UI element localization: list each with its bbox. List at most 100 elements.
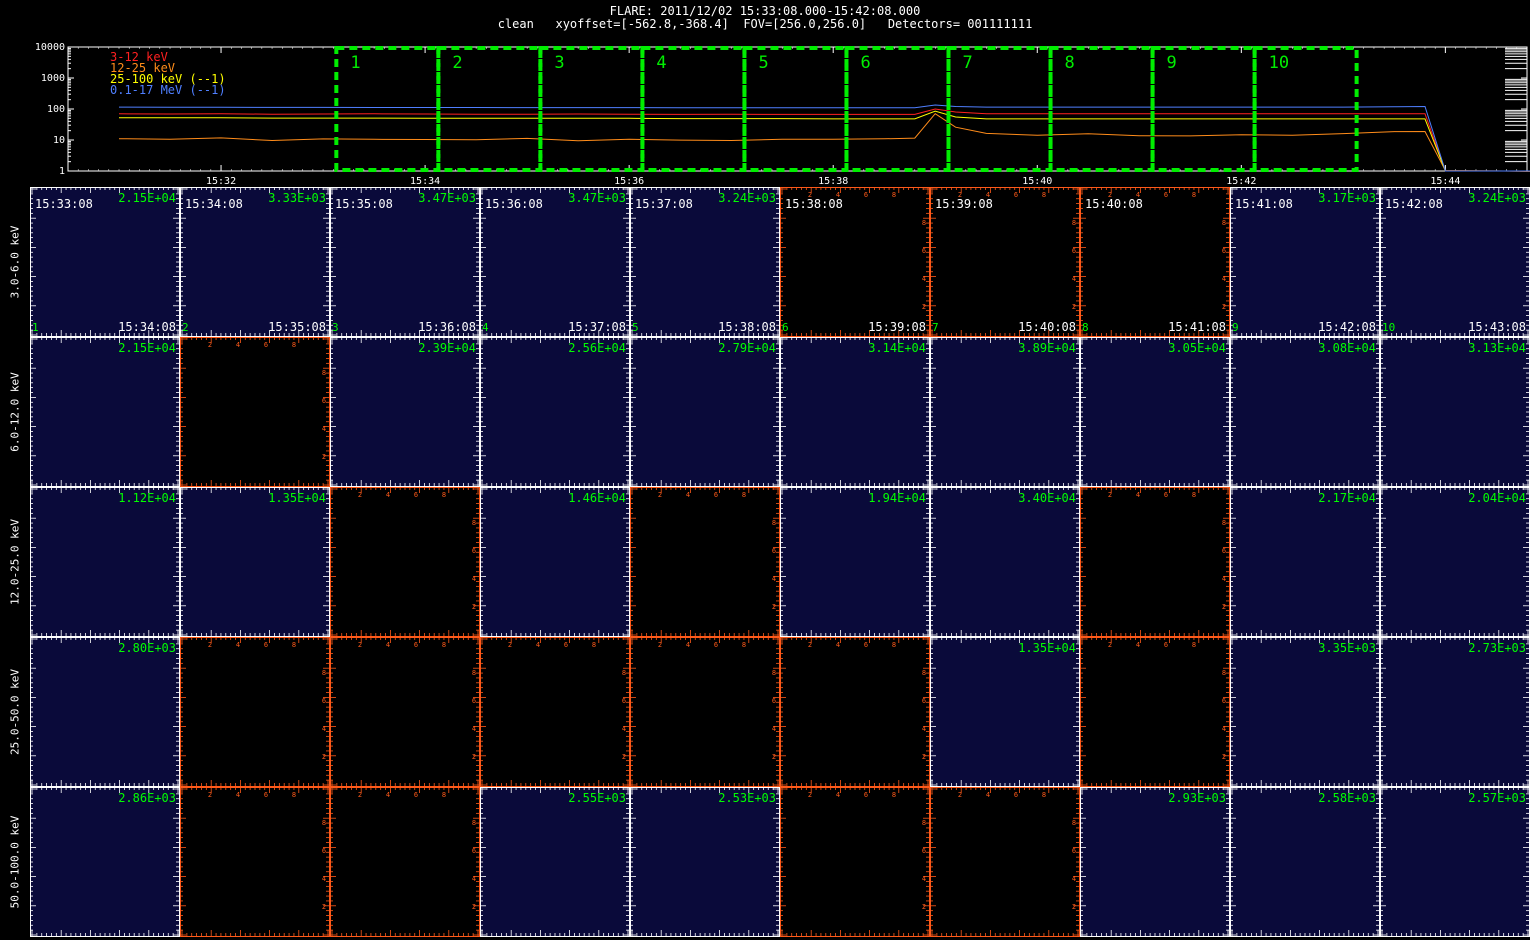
cell-tick-label: 2: [922, 753, 926, 761]
cell-axes: 2 2 4 4 6 6 8 8: [780, 787, 930, 937]
peak-value: 2.17E+04: [1318, 491, 1376, 505]
cell-tick-label: 4: [322, 425, 326, 433]
cell-axes: [1230, 787, 1380, 937]
peak-value: 3.33E+03: [268, 191, 326, 205]
cell-tick-label: 8: [1192, 641, 1196, 649]
time-end: 15:38:08: [718, 320, 776, 334]
cell-tick-label: 6: [472, 847, 476, 855]
interval-label: 4: [656, 53, 666, 73]
cell-tick-label: 8: [892, 191, 896, 199]
cell-tick-label: 2: [472, 903, 476, 911]
cell-axes: [1380, 337, 1530, 487]
cell-axes: [780, 487, 930, 637]
cell-axes: [930, 637, 1080, 787]
cell-tick-label: 8: [292, 641, 296, 649]
interval-number: 3: [332, 321, 339, 334]
image-grid: 2.15E+04 15:33:08 15:34:08 1 3.33E+03 15:34:0…: [30, 187, 1530, 940]
cell-tick-label: 4: [772, 575, 776, 583]
cell-tick-label: 4: [1222, 275, 1226, 283]
x-tick-label: 15:32: [206, 176, 236, 187]
time-end: 15:37:08: [568, 320, 626, 334]
cell-tick-label: 6: [1072, 847, 1076, 855]
cell-axes: 2 2 4 4 6 6 8 8: [480, 637, 630, 787]
peak-value: 1.94E+04: [868, 491, 926, 505]
cell-tick-label: 8: [442, 641, 446, 649]
image-cell: 2.04E+04: [1380, 487, 1530, 637]
cell-axes: [930, 487, 1080, 637]
image-cell: 2 2 4 4 6 6 8 8: [330, 787, 480, 937]
cell-tick-label: 4: [622, 725, 626, 733]
image-cell: 2 2 4 4 6 6 8 8: [630, 637, 780, 787]
image-cell: 3.17E+03 15:41:08 15:42:08 9: [1230, 187, 1380, 337]
cell-tick-label: 2: [658, 491, 662, 499]
image-cell: 2 2 4 4 6 6 8 8: [630, 487, 780, 637]
cell-axes: [630, 787, 780, 937]
cell-axes: [1380, 787, 1530, 937]
cell-tick-label: 2: [472, 603, 476, 611]
cell-tick-label: 2: [1108, 491, 1112, 499]
cell-axes: [30, 787, 180, 937]
cell-axes: 2 2 4 4 6 6 8 8: [780, 637, 930, 787]
cell-tick-label: 4: [472, 575, 476, 583]
cell-tick-label: 2: [208, 641, 212, 649]
interval-label: 1: [350, 53, 360, 73]
cell-tick-label: 4: [1222, 725, 1226, 733]
image-cell: 3.47E+03 15:35:08 15:36:08 3: [330, 187, 480, 337]
cell-tick-label: 6: [772, 697, 776, 705]
image-cell: 1.35E+04: [930, 637, 1080, 787]
cell-axes: 2 2 4 4 6 6 8 8: [930, 787, 1080, 937]
interval-number: 8: [1082, 321, 1089, 334]
cell-axes: [780, 337, 930, 487]
cell-tick-label: 6: [622, 697, 626, 705]
cell-tick-label: 8: [1222, 219, 1226, 227]
time-end: 15:39:08: [868, 320, 926, 334]
peak-value: 2.56E+04: [568, 341, 626, 355]
image-cell: 3.05E+04: [1080, 337, 1230, 487]
peak-value: 2.57E+03: [1468, 791, 1526, 805]
cell-tick-label: 4: [1072, 275, 1076, 283]
image-cell: 2.55E+03: [480, 787, 630, 937]
cell-tick-label: 6: [322, 697, 326, 705]
interval-number: 9: [1232, 321, 1239, 334]
cell-axes: 2 2 4 4 6 6 8 8: [180, 787, 330, 937]
cell-tick-label: 2: [472, 753, 476, 761]
time-start: 15:38:08: [785, 197, 843, 211]
cell-axes: 2 2 4 4 6 6 8 8: [330, 637, 480, 787]
cell-tick-label: 8: [292, 791, 296, 799]
peak-value: 3.89E+04: [1018, 341, 1076, 355]
cell-tick-label: 8: [1072, 219, 1076, 227]
peak-value: 3.13E+04: [1468, 341, 1526, 355]
cell-tick-label: 2: [358, 791, 362, 799]
cell-tick-label: 6: [472, 697, 476, 705]
cell-tick-label: 2: [922, 903, 926, 911]
time-start: 15:41:08: [1235, 197, 1293, 211]
energy-band-label: 3.0-6.0 keV: [8, 225, 22, 299]
image-cell: 2.80E+03: [30, 637, 180, 787]
cell-tick-label: 4: [322, 725, 326, 733]
series-line: [118, 113, 1530, 172]
cell-tick-label: 2: [208, 791, 212, 799]
energy-band-label: 6.0-12.0 keV: [8, 372, 22, 452]
cell-tick-label: 6: [1164, 491, 1168, 499]
peak-value: 3.47E+03: [568, 191, 626, 205]
cell-axes: [1230, 337, 1380, 487]
cell-axes: [1380, 637, 1530, 787]
cell-tick-label: 8: [1222, 669, 1226, 677]
time-end: 15:40:08: [1018, 320, 1076, 334]
cell-tick-label: 2: [808, 791, 812, 799]
cell-tick-label: 4: [322, 875, 326, 883]
interval-number: 2: [182, 321, 189, 334]
cell-tick-label: 8: [922, 669, 926, 677]
energy-band-label: 50.0-100.0 keV: [8, 815, 22, 909]
cell-tick-label: 6: [564, 641, 568, 649]
cell-axes: 2 2 4 4 6 6 8 8: [630, 487, 780, 637]
image-cell: 2 2 4 4 6 6 8 8: [1080, 487, 1230, 637]
peak-value: 2.15E+04: [118, 191, 176, 205]
peak-value: 3.40E+04: [1018, 491, 1076, 505]
image-cell: 2 2 4 4 6 6 8 8: [480, 637, 630, 787]
cell-tick-label: 8: [1222, 519, 1226, 527]
x-tick-label: 15:44: [1430, 176, 1460, 187]
cell-tick-label: 6: [1164, 191, 1168, 199]
energy-band-label: 12.0-25.0 keV: [8, 518, 22, 606]
time-end: 15:42:08: [1318, 320, 1376, 334]
